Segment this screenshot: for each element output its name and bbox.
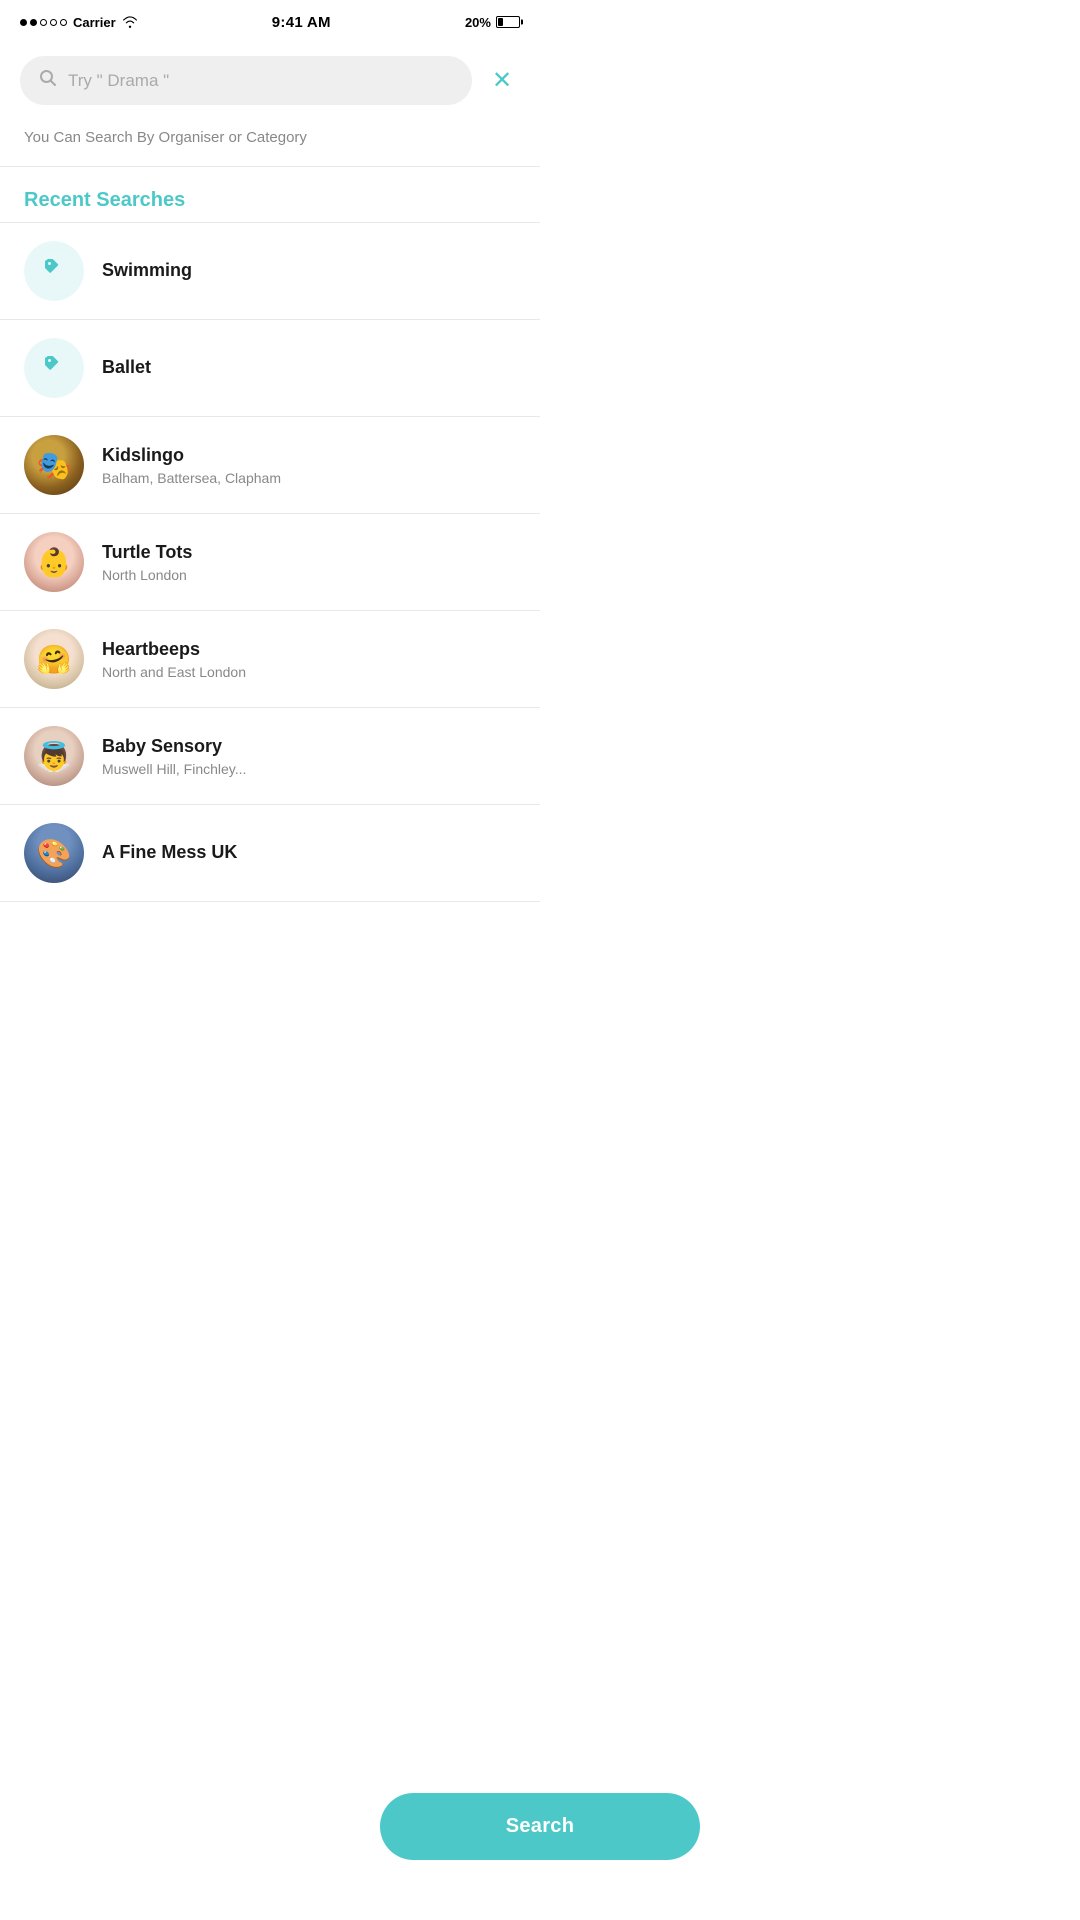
- item-text: A Fine Mess UK: [102, 841, 516, 864]
- status-right: 20%: [465, 15, 520, 30]
- status-left: Carrier: [20, 15, 138, 30]
- item-text: Baby Sensory Muswell Hill, Finchley...: [102, 735, 516, 777]
- item-name: Swimming: [102, 259, 516, 282]
- battery-percent: 20%: [465, 15, 491, 30]
- avatar: [24, 823, 84, 883]
- tag-avatar-swimming: [24, 241, 84, 301]
- list-item[interactable]: Kidslingo Balham, Battersea, Clapham: [0, 417, 540, 514]
- item-name: Kidslingo: [102, 444, 516, 467]
- battery-icon: [496, 16, 520, 28]
- status-time: 9:41 AM: [272, 14, 331, 31]
- item-name: A Fine Mess UK: [102, 841, 516, 864]
- avatar: [24, 241, 84, 301]
- tag-icon: [42, 353, 66, 383]
- avatar: [24, 532, 84, 592]
- tag-avatar-ballet: [24, 338, 84, 398]
- carrier-label: Carrier: [73, 15, 116, 30]
- close-icon: ✕: [492, 69, 512, 93]
- item-name: Baby Sensory: [102, 735, 516, 758]
- avatar: [24, 435, 84, 495]
- item-subtitle: Muswell Hill, Finchley...: [102, 761, 516, 777]
- dot-filled-2: [30, 19, 37, 26]
- avatar: [24, 726, 84, 786]
- battery-fill: [498, 18, 503, 26]
- item-name: Turtle Tots: [102, 541, 516, 564]
- list-item[interactable]: Baby Sensory Muswell Hill, Finchley...: [0, 708, 540, 805]
- item-subtitle: North London: [102, 567, 516, 583]
- dot-empty-1: [40, 19, 47, 26]
- item-text: Turtle Tots North London: [102, 541, 516, 583]
- item-text: Ballet: [102, 356, 516, 379]
- item-subtitle: North and East London: [102, 664, 516, 680]
- dot-empty-3: [60, 19, 67, 26]
- recent-searches-list: Swimming Ballet Kidslingo Balham, Batter…: [0, 223, 540, 902]
- list-item[interactable]: Heartbeeps North and East London: [0, 611, 540, 708]
- list-item[interactable]: Turtle Tots North London: [0, 514, 540, 611]
- close-button[interactable]: ✕: [484, 63, 520, 99]
- dot-empty-2: [50, 19, 57, 26]
- signal-dots: [20, 19, 67, 26]
- item-name: Heartbeeps: [102, 638, 516, 661]
- item-name: Ballet: [102, 356, 516, 379]
- list-item[interactable]: Ballet: [0, 320, 540, 417]
- search-hint: You Can Search By Organiser or Category: [0, 121, 540, 166]
- recent-searches-title: Recent Searches: [0, 167, 540, 222]
- avatar: [24, 629, 84, 689]
- tag-icon: [42, 256, 66, 286]
- item-subtitle: Balham, Battersea, Clapham: [102, 470, 516, 486]
- status-bar: Carrier 9:41 AM 20%: [0, 0, 540, 40]
- dot-filled-1: [20, 19, 27, 26]
- search-bar[interactable]: Try " Drama ": [20, 56, 472, 105]
- search-icon: [38, 68, 58, 93]
- list-item[interactable]: Swimming: [0, 223, 540, 320]
- avatar: [24, 338, 84, 398]
- search-container: Try " Drama " ✕: [0, 40, 540, 121]
- item-text: Heartbeeps North and East London: [102, 638, 516, 680]
- search-button-container: Search: [380, 1793, 700, 1860]
- item-text: Swimming: [102, 259, 516, 282]
- list-item[interactable]: A Fine Mess UK: [0, 805, 540, 902]
- item-text: Kidslingo Balham, Battersea, Clapham: [102, 444, 516, 486]
- wifi-icon: [122, 16, 138, 28]
- search-placeholder: Try " Drama ": [68, 71, 169, 91]
- search-button[interactable]: Search: [380, 1793, 700, 1860]
